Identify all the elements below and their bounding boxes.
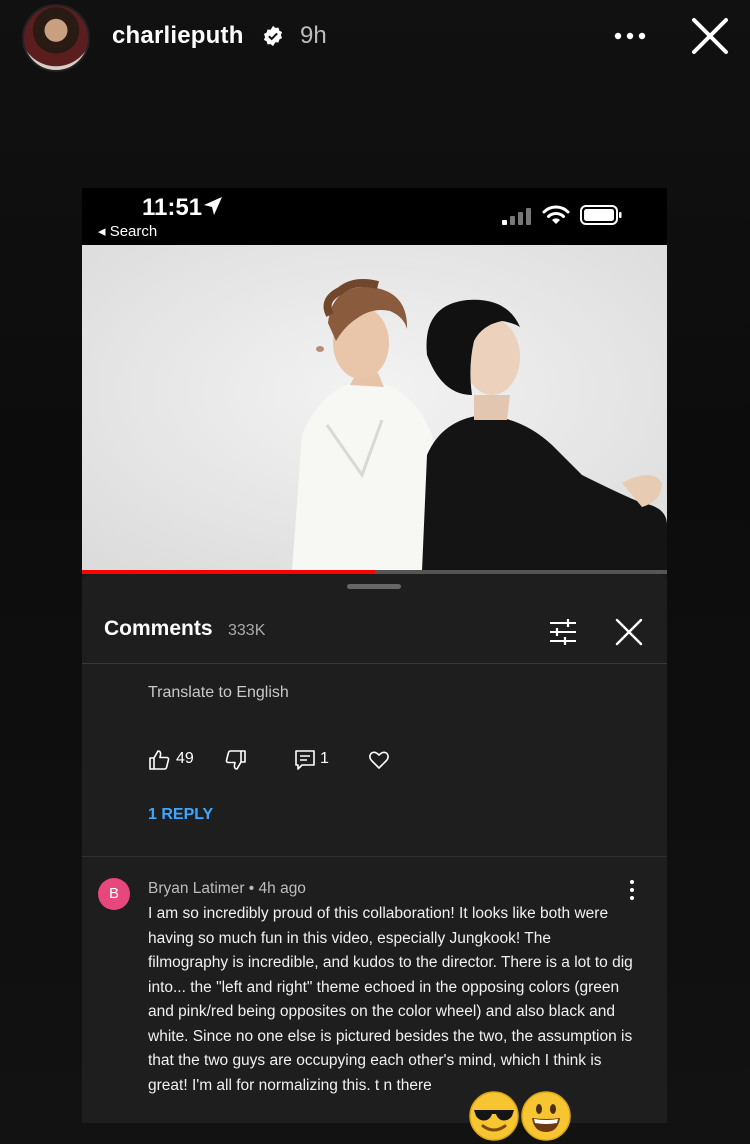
- status-time: 11:51: [142, 194, 203, 221]
- comments-sheet: Comments 333K Translate to English 49 1 …: [82, 574, 667, 1123]
- comment-menu-icon[interactable]: [625, 878, 639, 902]
- view-replies-link[interactable]: 1 REPLY: [148, 806, 213, 824]
- comments-title: Comments: [104, 617, 213, 640]
- more-horizontal-icon[interactable]: [612, 30, 648, 42]
- close-comments-icon[interactable]: [615, 618, 643, 646]
- comment-author-line[interactable]: Bryan Latimer • 4h ago: [148, 880, 306, 898]
- drag-handle[interactable]: [347, 584, 401, 589]
- video-player[interactable]: [82, 245, 667, 571]
- close-icon[interactable]: [690, 16, 730, 56]
- location-arrow-icon: [204, 197, 222, 215]
- reply-count: 1: [320, 750, 329, 767]
- sunglasses-emoji-icon: [469, 1091, 519, 1141]
- battery-icon: [580, 205, 622, 225]
- thumbs-down-icon[interactable]: [225, 749, 247, 771]
- cellular-signal-icon: [502, 208, 531, 225]
- header-divider: [82, 663, 667, 664]
- story-username[interactable]: charlieputh: [112, 22, 244, 50]
- grinning-emoji-icon: [521, 1091, 571, 1141]
- video-frame: [82, 245, 667, 571]
- reply-comment-icon[interactable]: [294, 749, 316, 771]
- translate-link[interactable]: Translate to English: [148, 684, 289, 702]
- verified-badge-icon: [263, 25, 283, 47]
- status-bar: 11:51 ◂ Search: [82, 188, 667, 245]
- profile-avatar[interactable]: [22, 4, 90, 72]
- like-count: 49: [176, 750, 194, 767]
- story-header: charlieputh 9h: [0, 0, 750, 76]
- wifi-icon: [542, 205, 570, 224]
- comment-text: I am so incredibly proud of this collabo…: [148, 905, 633, 1094]
- comments-count: 333K: [228, 622, 266, 639]
- commenter-avatar[interactable]: B: [98, 878, 130, 910]
- heart-icon[interactable]: [368, 749, 390, 771]
- shared-screenshot: 11:51 ◂ Search Comments 333K Translate t…: [82, 188, 667, 1123]
- story-time: 9h: [300, 22, 327, 49]
- back-to-search-link[interactable]: ◂ Search: [98, 222, 157, 240]
- thumbs-up-icon[interactable]: [148, 749, 170, 771]
- comment-divider: [82, 856, 667, 857]
- sort-filter-icon[interactable]: [548, 618, 578, 646]
